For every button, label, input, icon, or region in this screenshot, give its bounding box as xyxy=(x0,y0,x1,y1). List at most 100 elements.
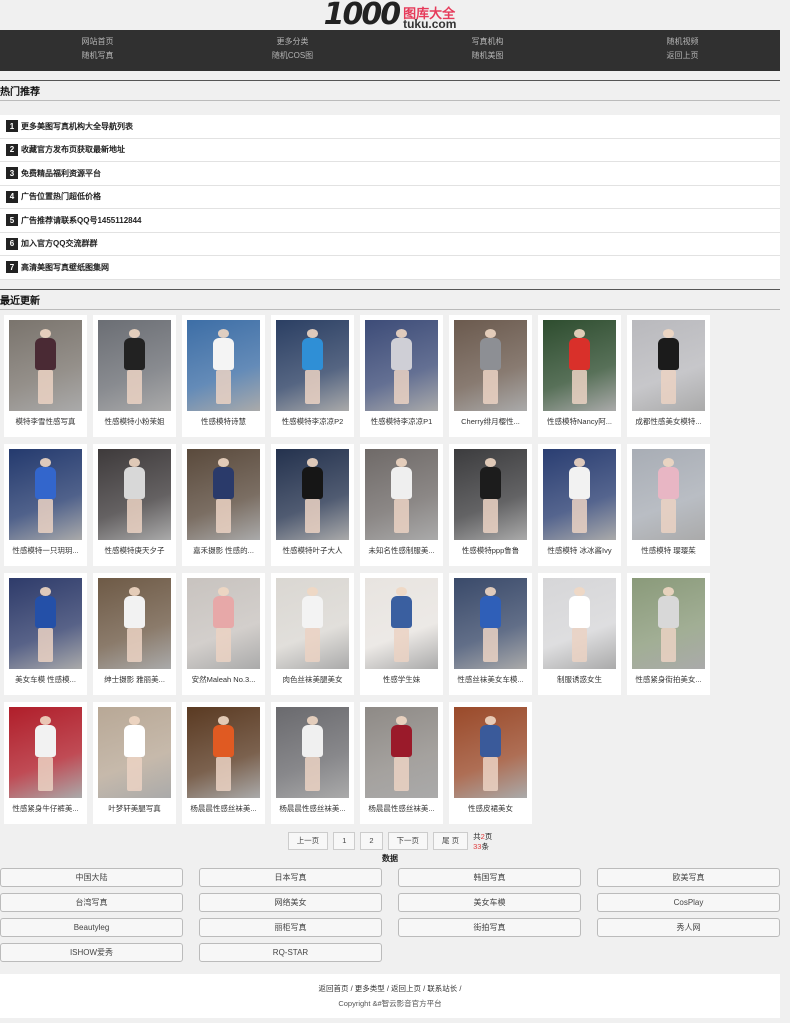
category-button[interactable]: 日本写真 xyxy=(199,867,382,887)
photo-caption[interactable]: 美女车模 性感模... xyxy=(9,669,82,691)
photo-card[interactable]: 性感模特李凉凉P1 xyxy=(360,314,443,437)
prev-page-button[interactable]: 上一页 xyxy=(287,831,329,850)
photo-card[interactable]: 性感模特 冰冰酱Ivy xyxy=(538,443,621,566)
category-button[interactable]: 中国大陆 xyxy=(0,867,183,887)
photo-card[interactable]: 性感模特 璎璎茱 xyxy=(627,443,710,566)
photo-thumbnail[interactable] xyxy=(276,448,349,540)
photo-card[interactable]: 性感学生妹 xyxy=(360,572,443,695)
photo-thumbnail[interactable] xyxy=(543,319,616,411)
photo-thumbnail[interactable] xyxy=(543,448,616,540)
category-button[interactable]: 韩国写真 xyxy=(398,867,581,887)
photo-thumbnail[interactable] xyxy=(543,577,616,669)
photo-card[interactable]: 模特李雪性感写真 xyxy=(4,314,87,437)
photo-thumbnail[interactable] xyxy=(187,448,260,540)
photo-thumbnail[interactable] xyxy=(98,448,171,540)
hot-item[interactable]: 1 更多美图写真机构大全导航列表 xyxy=(0,115,780,139)
photo-thumbnail[interactable] xyxy=(365,448,438,540)
hot-item-link[interactable]: 广告位置热门超低价格 xyxy=(21,191,101,202)
category-button[interactable]: 美女车模 xyxy=(398,892,581,912)
nav-random-video[interactable]: 随机视频 xyxy=(667,36,699,48)
nav-back[interactable]: 返回上页 xyxy=(667,50,699,62)
hot-item[interactable]: 4 广告位置热门超低价格 xyxy=(0,186,780,209)
category-button[interactable]: 丽柜写真 xyxy=(199,917,382,937)
photo-caption[interactable]: 性感紧身街拍美女... xyxy=(632,669,705,691)
photo-caption[interactable]: 性感模特小粉茉姐 xyxy=(98,411,171,433)
photo-thumbnail[interactable] xyxy=(187,577,260,669)
hot-item[interactable]: 5 广告推荐请联系QQ号1455112844 xyxy=(0,209,780,233)
site-logo[interactable]: 1000 图库大全 tuku.com xyxy=(0,0,780,30)
photo-card[interactable]: 性感模特一只玥玥... xyxy=(4,443,87,566)
photo-caption[interactable]: 模特李雪性感写真 xyxy=(9,411,82,433)
photo-caption[interactable]: 未知名性感制服美... xyxy=(365,540,438,562)
photo-thumbnail[interactable] xyxy=(276,319,349,411)
photo-card[interactable]: 性感丝袜美女车模... xyxy=(449,572,532,695)
next-page-button[interactable]: 下一页 xyxy=(387,831,429,850)
photo-caption[interactable]: 杨晨晨性感丝袜美... xyxy=(276,798,349,820)
photo-caption[interactable]: 安然Maleah No.3... xyxy=(187,669,260,691)
photo-caption[interactable]: 性感模特李凉凉P1 xyxy=(365,411,438,433)
photo-card[interactable]: 绅士摄影 雅丽美... xyxy=(93,572,176,695)
nav-random-cos[interactable]: 随机COS图 xyxy=(272,50,313,62)
photo-thumbnail[interactable] xyxy=(187,319,260,411)
nav-home[interactable]: 网站首页 xyxy=(82,36,114,48)
photo-thumbnail[interactable] xyxy=(9,448,82,540)
photo-card[interactable]: 未知名性感制服美... xyxy=(360,443,443,566)
category-button[interactable]: 秀人网 xyxy=(597,917,780,937)
category-button[interactable]: 欧美写真 xyxy=(597,867,780,887)
photo-caption[interactable]: 性感模特 冰冰酱Ivy xyxy=(543,540,616,562)
photo-caption[interactable]: 性感模特庚天夕子 xyxy=(98,540,171,562)
photo-card[interactable]: 性感模特Nancy阿... xyxy=(538,314,621,437)
photo-caption[interactable]: 性感丝袜美女车模... xyxy=(454,669,527,691)
photo-caption[interactable]: 性感学生妹 xyxy=(365,669,438,691)
photo-caption[interactable]: 杨晨晨性感丝袜美... xyxy=(187,798,260,820)
hot-item[interactable]: 3 免费精品福利资源平台 xyxy=(0,162,780,186)
photo-card[interactable]: 制服诱惑女生 xyxy=(538,572,621,695)
photo-card[interactable]: 杨晨晨性感丝袜美... xyxy=(182,701,265,824)
photo-card[interactable]: 性感模特庚天夕子 xyxy=(93,443,176,566)
photo-caption[interactable]: 性感皮裙美女 xyxy=(454,798,527,820)
photo-card[interactable]: 杨晨晨性感丝袜美... xyxy=(271,701,354,824)
photo-thumbnail[interactable] xyxy=(365,577,438,669)
photo-thumbnail[interactable] xyxy=(365,706,438,798)
hot-item[interactable]: 7 高清美图写真壁纸图集网 xyxy=(0,256,780,280)
hot-item-link[interactable]: 免费精品福利资源平台 xyxy=(21,168,101,179)
photo-thumbnail[interactable] xyxy=(9,706,82,798)
photo-caption[interactable]: 肉色丝袜美腿美女 xyxy=(276,669,349,691)
category-button[interactable]: 街拍写真 xyxy=(398,917,581,937)
photo-caption[interactable]: 性感模特一只玥玥... xyxy=(9,540,82,562)
photo-thumbnail[interactable] xyxy=(276,706,349,798)
category-button[interactable]: RQ-STAR xyxy=(199,942,382,962)
photo-thumbnail[interactable] xyxy=(454,706,527,798)
nav-random-photo[interactable]: 随机写真 xyxy=(82,50,114,62)
hot-item[interactable]: 6 加入官方QQ交流群群 xyxy=(0,233,780,256)
photo-caption[interactable]: 性感模特李凉凉P2 xyxy=(276,411,349,433)
category-button[interactable]: 台湾写真 xyxy=(0,892,183,912)
photo-thumbnail[interactable] xyxy=(9,319,82,411)
photo-card[interactable]: 嘉禾摄影 性感的... xyxy=(182,443,265,566)
last-page-button[interactable]: 尾 页 xyxy=(433,831,469,850)
photo-thumbnail[interactable] xyxy=(632,319,705,411)
photo-caption[interactable]: 叶梦轩美腿写真 xyxy=(98,798,171,820)
photo-thumbnail[interactable] xyxy=(98,319,171,411)
photo-thumbnail[interactable] xyxy=(632,577,705,669)
photo-thumbnail[interactable] xyxy=(187,706,260,798)
photo-caption[interactable]: 杨晨晨性感丝袜美... xyxy=(365,798,438,820)
photo-card[interactable]: 安然Maleah No.3... xyxy=(182,572,265,695)
photo-card[interactable]: 性感模特诗慧 xyxy=(182,314,265,437)
photo-card[interactable]: 叶梦轩美腿写真 xyxy=(93,701,176,824)
category-button[interactable]: Beautyleg xyxy=(0,917,183,937)
photo-thumbnail[interactable] xyxy=(632,448,705,540)
photo-caption[interactable]: 性感模特诗慧 xyxy=(187,411,260,433)
nav-studios[interactable]: 写真机构 xyxy=(472,36,504,48)
nav-more-categories[interactable]: 更多分类 xyxy=(277,36,309,48)
hot-item-link[interactable]: 高清美图写真壁纸图集网 xyxy=(21,262,109,273)
nav-random-beauty[interactable]: 随机美图 xyxy=(472,50,504,62)
photo-caption[interactable]: 制服诱惑女生 xyxy=(543,669,616,691)
photo-caption[interactable]: 绅士摄影 雅丽美... xyxy=(98,669,171,691)
photo-card[interactable]: 成都性感美女模特... xyxy=(627,314,710,437)
footer-links[interactable]: 返回首页 / 更多类型 / 返回上页 / 联系站长 / xyxy=(0,983,780,994)
photo-card[interactable]: 性感模特李凉凉P2 xyxy=(271,314,354,437)
photo-caption[interactable]: 性感模特叶子大人 xyxy=(276,540,349,562)
photo-thumbnail[interactable] xyxy=(98,577,171,669)
photo-card[interactable]: 性感模特叶子大人 xyxy=(271,443,354,566)
